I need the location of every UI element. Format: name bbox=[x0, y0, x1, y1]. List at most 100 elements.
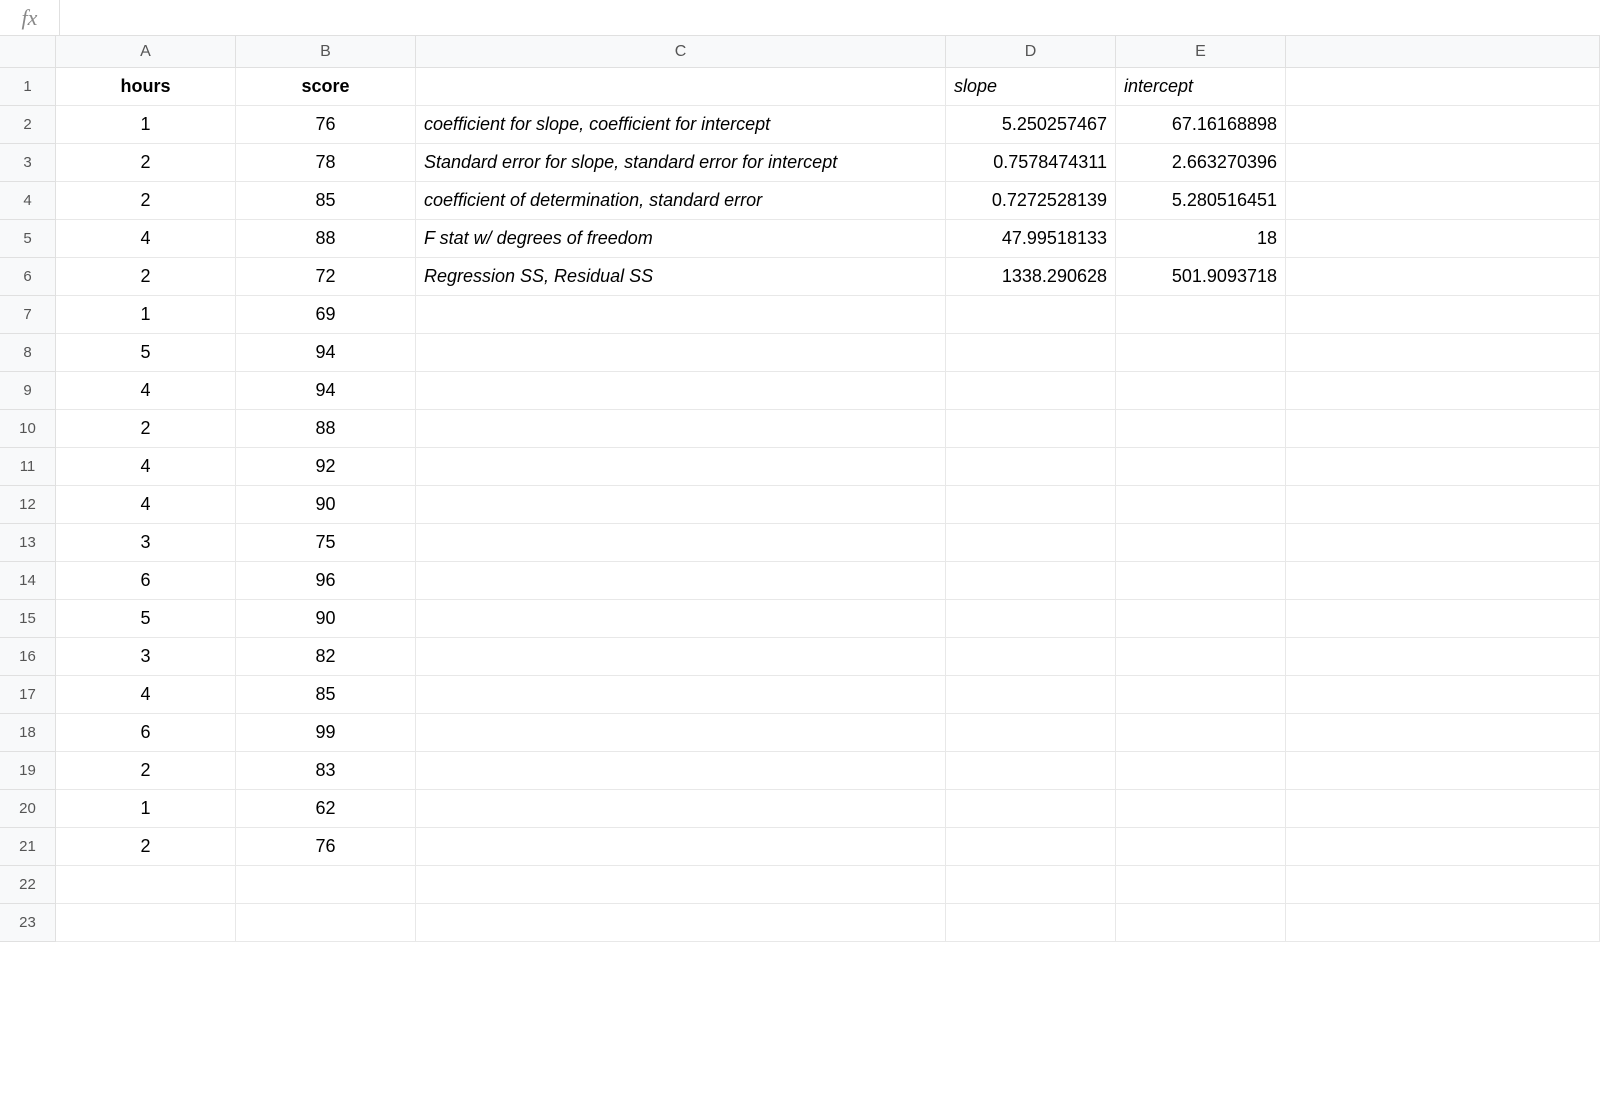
cell-x15[interactable] bbox=[1286, 600, 1600, 638]
cell-C11[interactable] bbox=[416, 448, 946, 486]
cell-D17[interactable] bbox=[946, 676, 1116, 714]
cell-A16[interactable]: 3 bbox=[56, 638, 236, 676]
row-header-7[interactable]: 7 bbox=[0, 296, 56, 334]
cell-A6[interactable]: 2 bbox=[56, 258, 236, 296]
cell-E22[interactable] bbox=[1116, 866, 1286, 904]
cell-C1[interactable] bbox=[416, 68, 946, 106]
cell-A15[interactable]: 5 bbox=[56, 600, 236, 638]
cell-E5[interactable]: 18 bbox=[1116, 220, 1286, 258]
cell-x22[interactable] bbox=[1286, 866, 1600, 904]
row-header-16[interactable]: 16 bbox=[0, 638, 56, 676]
cell-D13[interactable] bbox=[946, 524, 1116, 562]
cell-x21[interactable] bbox=[1286, 828, 1600, 866]
column-header-D[interactable]: D bbox=[946, 36, 1116, 68]
cell-D7[interactable] bbox=[946, 296, 1116, 334]
cell-x10[interactable] bbox=[1286, 410, 1600, 448]
cell-B15[interactable]: 90 bbox=[236, 600, 416, 638]
cell-B18[interactable]: 99 bbox=[236, 714, 416, 752]
cell-A12[interactable]: 4 bbox=[56, 486, 236, 524]
cell-A8[interactable]: 5 bbox=[56, 334, 236, 372]
row-header-9[interactable]: 9 bbox=[0, 372, 56, 410]
formula-input[interactable] bbox=[60, 0, 1600, 35]
cell-E4[interactable]: 5.280516451 bbox=[1116, 182, 1286, 220]
cell-D12[interactable] bbox=[946, 486, 1116, 524]
cell-C3[interactable]: Standard error for slope, standard error… bbox=[416, 144, 946, 182]
cell-x9[interactable] bbox=[1286, 372, 1600, 410]
row-header-6[interactable]: 6 bbox=[0, 258, 56, 296]
cell-C23[interactable] bbox=[416, 904, 946, 942]
cell-A5[interactable]: 4 bbox=[56, 220, 236, 258]
cell-C14[interactable] bbox=[416, 562, 946, 600]
cell-x14[interactable] bbox=[1286, 562, 1600, 600]
cell-B6[interactable]: 72 bbox=[236, 258, 416, 296]
cell-D19[interactable] bbox=[946, 752, 1116, 790]
cell-E1[interactable]: intercept bbox=[1116, 68, 1286, 106]
row-header-23[interactable]: 23 bbox=[0, 904, 56, 942]
cell-A13[interactable]: 3 bbox=[56, 524, 236, 562]
cell-A18[interactable]: 6 bbox=[56, 714, 236, 752]
cell-D16[interactable] bbox=[946, 638, 1116, 676]
cell-A22[interactable] bbox=[56, 866, 236, 904]
cell-E18[interactable] bbox=[1116, 714, 1286, 752]
cell-D9[interactable] bbox=[946, 372, 1116, 410]
cell-E19[interactable] bbox=[1116, 752, 1286, 790]
row-header-14[interactable]: 14 bbox=[0, 562, 56, 600]
cell-A7[interactable]: 1 bbox=[56, 296, 236, 334]
cell-C12[interactable] bbox=[416, 486, 946, 524]
fx-icon[interactable]: fx bbox=[0, 0, 60, 35]
select-all-corner[interactable] bbox=[0, 36, 56, 68]
cell-C15[interactable] bbox=[416, 600, 946, 638]
row-header-13[interactable]: 13 bbox=[0, 524, 56, 562]
cell-C19[interactable] bbox=[416, 752, 946, 790]
column-header-A[interactable]: A bbox=[56, 36, 236, 68]
cell-C10[interactable] bbox=[416, 410, 946, 448]
cell-x3[interactable] bbox=[1286, 144, 1600, 182]
cell-B12[interactable]: 90 bbox=[236, 486, 416, 524]
cell-E2[interactable]: 67.16168898 bbox=[1116, 106, 1286, 144]
cell-C22[interactable] bbox=[416, 866, 946, 904]
cell-E23[interactable] bbox=[1116, 904, 1286, 942]
cell-B13[interactable]: 75 bbox=[236, 524, 416, 562]
cell-B22[interactable] bbox=[236, 866, 416, 904]
cell-E21[interactable] bbox=[1116, 828, 1286, 866]
row-header-21[interactable]: 21 bbox=[0, 828, 56, 866]
cell-E17[interactable] bbox=[1116, 676, 1286, 714]
cell-D1[interactable]: slope bbox=[946, 68, 1116, 106]
cell-B10[interactable]: 88 bbox=[236, 410, 416, 448]
cell-D11[interactable] bbox=[946, 448, 1116, 486]
row-header-8[interactable]: 8 bbox=[0, 334, 56, 372]
cell-E15[interactable] bbox=[1116, 600, 1286, 638]
cell-E10[interactable] bbox=[1116, 410, 1286, 448]
cell-B1[interactable]: score bbox=[236, 68, 416, 106]
column-header-E[interactable]: E bbox=[1116, 36, 1286, 68]
cell-D18[interactable] bbox=[946, 714, 1116, 752]
row-header-3[interactable]: 3 bbox=[0, 144, 56, 182]
cell-D15[interactable] bbox=[946, 600, 1116, 638]
cell-D23[interactable] bbox=[946, 904, 1116, 942]
row-header-17[interactable]: 17 bbox=[0, 676, 56, 714]
cell-A11[interactable]: 4 bbox=[56, 448, 236, 486]
cell-C13[interactable] bbox=[416, 524, 946, 562]
row-header-22[interactable]: 22 bbox=[0, 866, 56, 904]
row-header-20[interactable]: 20 bbox=[0, 790, 56, 828]
cell-x1[interactable] bbox=[1286, 68, 1600, 106]
cell-A10[interactable]: 2 bbox=[56, 410, 236, 448]
cell-A21[interactable]: 2 bbox=[56, 828, 236, 866]
cell-C5[interactable]: F stat w/ degrees of freedom bbox=[416, 220, 946, 258]
cell-D8[interactable] bbox=[946, 334, 1116, 372]
cell-D3[interactable]: 0.7578474311 bbox=[946, 144, 1116, 182]
cell-C21[interactable] bbox=[416, 828, 946, 866]
cell-C9[interactable] bbox=[416, 372, 946, 410]
cell-x12[interactable] bbox=[1286, 486, 1600, 524]
row-header-2[interactable]: 2 bbox=[0, 106, 56, 144]
cell-D20[interactable] bbox=[946, 790, 1116, 828]
cell-A2[interactable]: 1 bbox=[56, 106, 236, 144]
cell-E11[interactable] bbox=[1116, 448, 1286, 486]
cell-E16[interactable] bbox=[1116, 638, 1286, 676]
cell-E13[interactable] bbox=[1116, 524, 1286, 562]
cell-C8[interactable] bbox=[416, 334, 946, 372]
cell-B21[interactable]: 76 bbox=[236, 828, 416, 866]
row-header-1[interactable]: 1 bbox=[0, 68, 56, 106]
row-header-15[interactable]: 15 bbox=[0, 600, 56, 638]
cell-B11[interactable]: 92 bbox=[236, 448, 416, 486]
